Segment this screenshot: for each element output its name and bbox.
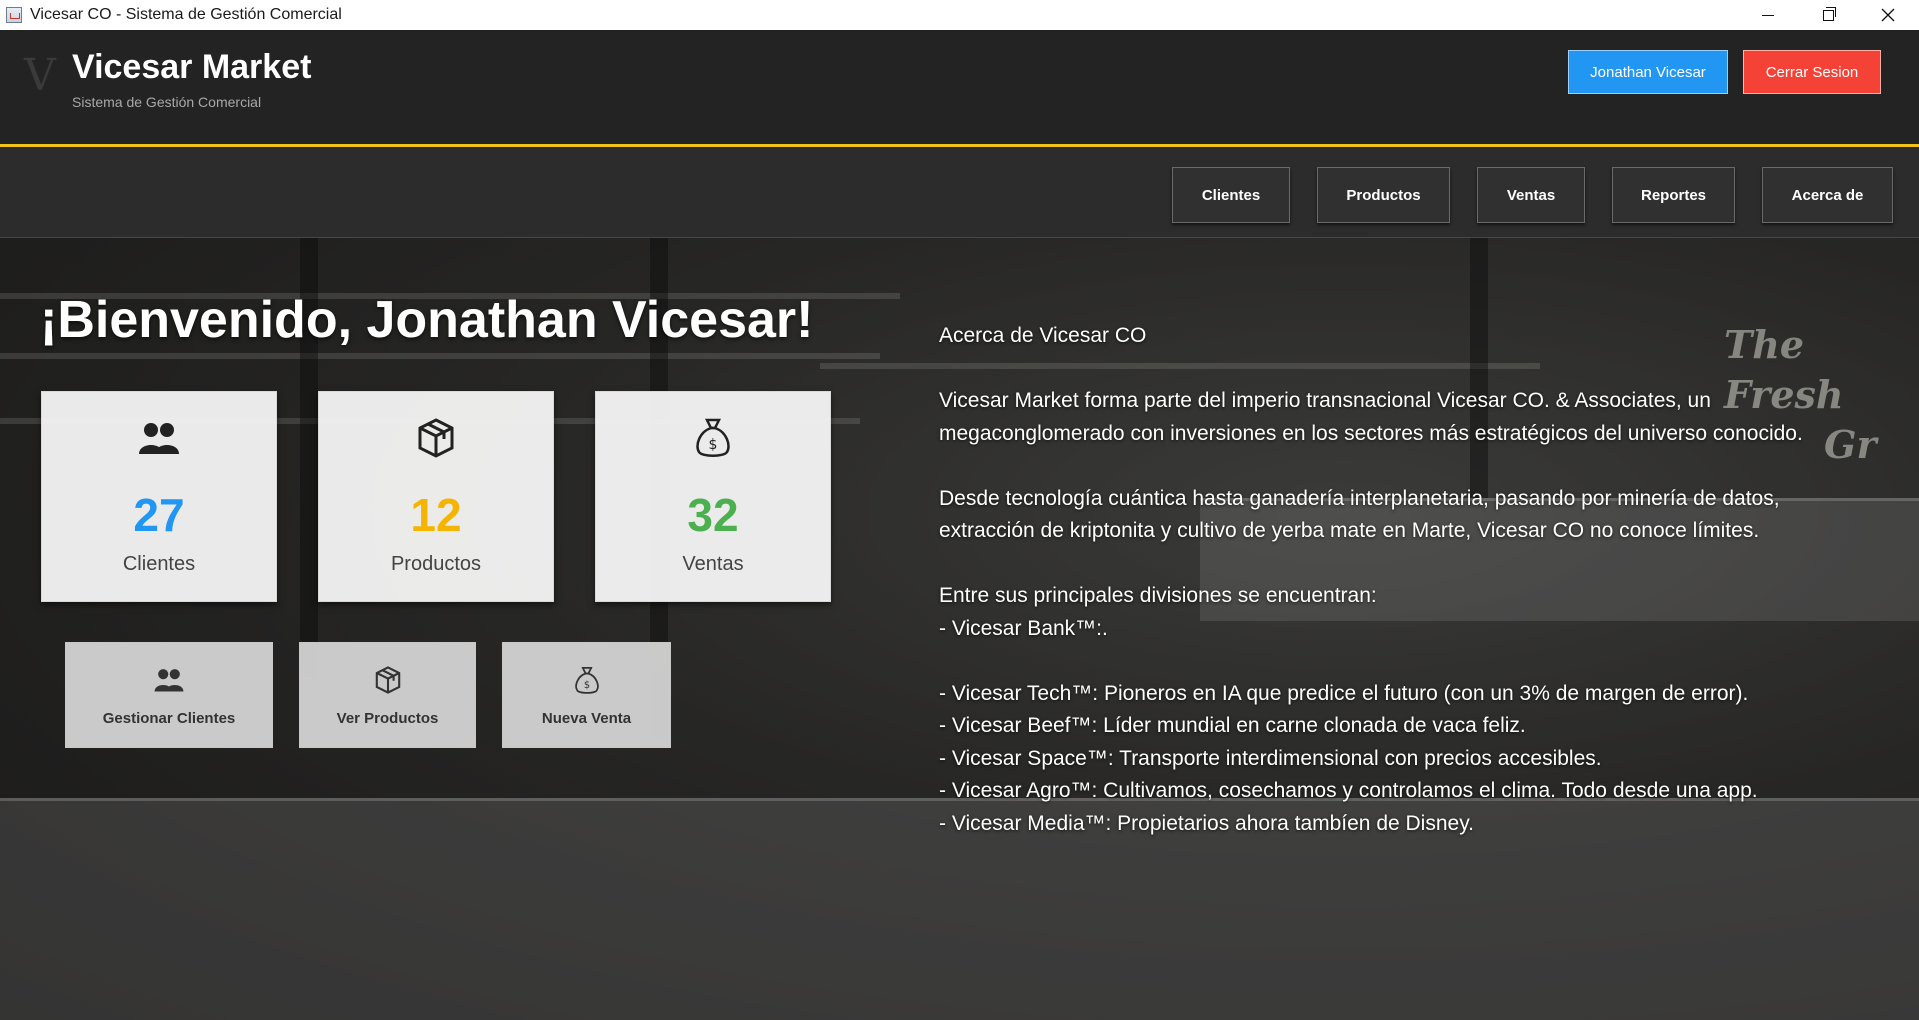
stat-value: 27 bbox=[133, 489, 185, 541]
box-icon bbox=[300, 665, 475, 695]
svg-text:$: $ bbox=[583, 680, 589, 691]
main-nav: Clientes Productos Ventas Reportes Acerc… bbox=[0, 147, 1919, 238]
manage-clients-button[interactable]: Gestionar Clientes bbox=[65, 642, 273, 748]
view-products-button[interactable]: Ver Productos bbox=[299, 642, 476, 748]
action-label: Gestionar Clientes bbox=[102, 710, 236, 727]
window-titlebar: Vicesar CO - Sistema de Gestión Comercia… bbox=[0, 0, 1919, 31]
java-app-icon bbox=[6, 7, 22, 23]
nav-acerca-button[interactable]: Acerca de bbox=[1762, 167, 1893, 223]
stat-value: 32 bbox=[687, 489, 739, 541]
division-item: - Vicesar Agro™: Cultivamos, cosechamos … bbox=[939, 779, 1758, 802]
about-panel: Acerca de Vicesar CO Vicesar Market form… bbox=[939, 320, 1869, 840]
close-button[interactable] bbox=[1858, 0, 1918, 30]
nav-clientes-button[interactable]: Clientes bbox=[1172, 167, 1290, 223]
stat-label: Ventas bbox=[682, 553, 744, 575]
logo-mark: V bbox=[24, 50, 56, 101]
nav-productos-button[interactable]: Productos bbox=[1317, 167, 1450, 223]
new-sale-button[interactable]: $ Nueva Venta bbox=[502, 642, 671, 748]
division-item: - Vicesar Bank™:. bbox=[939, 616, 1108, 640]
close-icon bbox=[1881, 8, 1895, 22]
restore-icon bbox=[1822, 6, 1836, 21]
stat-card-clientes: 27 Clientes bbox=[41, 391, 277, 602]
divisions-intro: Entre sus principales divisiones se encu… bbox=[939, 584, 1377, 607]
window-title: Vicesar CO - Sistema de Gestión Comercia… bbox=[30, 6, 342, 23]
minimize-icon bbox=[1762, 14, 1774, 16]
money-bag-icon: $ bbox=[503, 665, 670, 695]
users-icon bbox=[42, 416, 276, 460]
division-item: - Vicesar Tech™: Pioneros en IA que pred… bbox=[939, 681, 1749, 705]
bg-shelf bbox=[0, 353, 880, 359]
stat-value: 12 bbox=[410, 489, 462, 541]
division-item: - Vicesar Media™: Propietarios ahora tam… bbox=[939, 811, 1474, 835]
box-icon bbox=[319, 416, 553, 460]
division-item: - Vicesar Beef™: Líder mundial en carne … bbox=[939, 714, 1526, 737]
app-header: V Vicesar Market Sistema de Gestión Come… bbox=[0, 30, 1919, 147]
svg-text:$: $ bbox=[709, 437, 718, 453]
money-bag-icon: $ bbox=[596, 416, 830, 460]
user-button[interactable]: Jonathan Vicesar bbox=[1568, 50, 1728, 94]
logout-button[interactable]: Cerrar Sesion bbox=[1743, 50, 1881, 94]
brand-subtitle: Sistema de Gestión Comercial bbox=[72, 94, 262, 110]
nav-reportes-button[interactable]: Reportes bbox=[1612, 167, 1735, 223]
about-paragraph: Desde tecnología cuántica hasta ganaderí… bbox=[939, 486, 1780, 543]
stat-card-productos: 12 Productos bbox=[318, 391, 554, 602]
brand-name: Vicesar Market bbox=[72, 48, 312, 86]
action-label: Nueva Venta bbox=[541, 710, 632, 727]
stat-card-ventas: $ 32 Ventas bbox=[595, 391, 831, 602]
restore-button[interactable] bbox=[1798, 0, 1858, 30]
users-icon bbox=[66, 665, 272, 695]
stat-label: Productos bbox=[390, 553, 482, 575]
action-label: Ver Productos bbox=[336, 710, 439, 727]
division-item: - Vicesar Space™: Transporte interdimens… bbox=[939, 746, 1602, 770]
stat-label: Clientes bbox=[122, 553, 196, 575]
nav-ventas-button[interactable]: Ventas bbox=[1477, 167, 1585, 223]
about-title: Acerca de Vicesar CO bbox=[939, 324, 1147, 347]
about-paragraph: Vicesar Market forma parte del imperio t… bbox=[939, 389, 1803, 445]
welcome-heading: ¡Bienvenido, Jonathan Vicesar! bbox=[40, 291, 814, 349]
minimize-button[interactable] bbox=[1738, 0, 1798, 30]
